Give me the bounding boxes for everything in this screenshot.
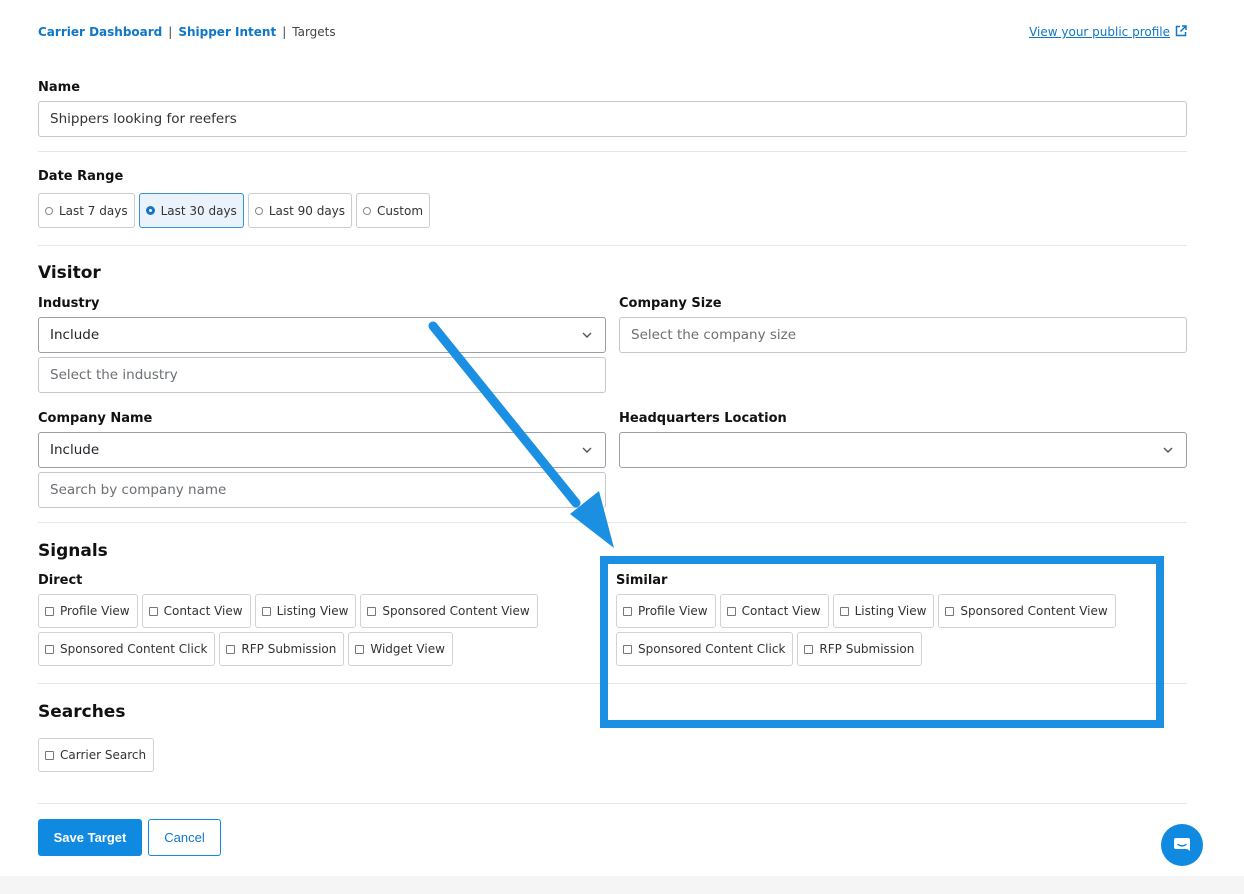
option-label: Custom (377, 203, 424, 218)
checkbox-icon (367, 606, 377, 616)
chip-label: Carrier Search (60, 748, 147, 762)
company-name-label: Company Name (38, 411, 153, 426)
date-range-custom[interactable]: Custom (356, 193, 431, 228)
breadcrumb: Carrier Dashboard | Shipper Intent | Targets (38, 25, 1187, 39)
divider (38, 803, 1187, 804)
breadcrumb-shipper-intent[interactable]: Shipper Intent (178, 25, 276, 39)
industry-placeholder: Select the industry (50, 367, 178, 383)
visitor-section-title: Visitor (38, 263, 101, 283)
chat-launcher-button[interactable] (1161, 824, 1203, 866)
radio-selected-icon (145, 206, 155, 215)
chip-label: Sponsored Content View (382, 604, 530, 618)
divider (38, 245, 1187, 246)
direct-rfp-submission-checkbox[interactable]: RFP Submission (219, 632, 345, 666)
checkbox-icon (45, 750, 54, 760)
chevron-down-icon (1163, 447, 1173, 453)
date-range-options: Last 7 days Last 30 days Last 90 days Cu… (38, 193, 431, 228)
chip-label: Sponsored Content Click (60, 642, 208, 656)
company-size-input[interactable]: Select the company size (619, 317, 1187, 353)
direct-listing-view-checkbox[interactable]: Listing View (254, 594, 357, 628)
top-bar: Carrier Dashboard | Shipper Intent | Targets… (38, 25, 1187, 43)
industry-mode-value: Include (50, 327, 100, 343)
date-range-label: Date Range (38, 169, 124, 184)
chip-label: Listing View (276, 604, 349, 618)
breadcrumb-separator: | (282, 25, 287, 39)
bottom-strip (0, 876, 1244, 894)
chip-label: Profile View (60, 604, 130, 618)
divider (38, 522, 1187, 523)
breadcrumb-separator: | (168, 25, 173, 39)
radio-icon (254, 206, 263, 215)
checkbox-icon (355, 644, 365, 654)
divider (38, 151, 1187, 152)
external-link-icon (1175, 25, 1187, 40)
chip-label: RFP Submission (241, 642, 337, 656)
option-label: Last 90 days (268, 203, 346, 218)
date-range-last-90-days[interactable]: Last 90 days (247, 193, 353, 228)
option-label: Last 7 days (59, 203, 128, 218)
company-size-placeholder: Select the company size (631, 327, 797, 343)
checkbox-icon (261, 606, 271, 616)
date-range-last-7-days[interactable]: Last 7 days (38, 193, 135, 228)
direct-signals-label: Direct (38, 573, 83, 588)
signals-section-title: Signals (38, 541, 108, 561)
searches-options: Carrier Search (38, 738, 155, 772)
company-name-mode-value: Include (50, 442, 100, 458)
chip-label: Contact View (163, 604, 243, 618)
chat-icon (1174, 838, 1190, 851)
chip-label: Widget View (370, 642, 445, 656)
company-name-placeholder: Search by company name (50, 482, 227, 498)
view-public-profile-link[interactable]: View your public profile (1029, 25, 1187, 40)
radio-icon (45, 206, 53, 215)
direct-signals-row-1: Profile View Contact View Listing View S… (38, 594, 538, 628)
public-profile-label: View your public profile (1029, 25, 1170, 39)
hq-location-label: Headquarters Location (619, 411, 787, 426)
industry-mode-select[interactable]: Include (38, 317, 606, 353)
save-target-button[interactable]: Save Target (38, 819, 142, 856)
industry-input[interactable]: Select the industry (38, 357, 606, 393)
carrier-search-checkbox[interactable]: Carrier Search (38, 738, 155, 772)
direct-signals-row-2: Sponsored Content Click RFP Submission W… (38, 632, 453, 666)
name-label: Name (38, 80, 81, 95)
chevron-down-icon (582, 447, 592, 453)
direct-sponsored-content-view-checkbox[interactable]: Sponsored Content View (360, 594, 538, 628)
name-field[interactable]: Shippers looking for reefers (38, 101, 1187, 137)
direct-sponsored-content-click-checkbox[interactable]: Sponsored Content Click (38, 632, 216, 666)
cancel-button[interactable]: Cancel (148, 819, 221, 856)
checkbox-icon (45, 644, 54, 654)
searches-section-title: Searches (38, 702, 126, 722)
checkbox-icon (148, 606, 158, 616)
hq-location-select[interactable] (619, 432, 1187, 468)
breadcrumb-targets: Targets (292, 25, 336, 39)
breadcrumb-carrier-dashboard[interactable]: Carrier Dashboard (38, 25, 162, 39)
similar-signals-highlight-box (600, 556, 1164, 728)
company-name-input[interactable]: Search by company name (38, 472, 606, 508)
name-value: Shippers looking for reefers (50, 111, 237, 127)
checkbox-icon (226, 644, 236, 654)
option-label: Last 30 days (160, 203, 237, 218)
chevron-down-icon (582, 332, 592, 338)
radio-icon (363, 206, 372, 215)
direct-profile-view-checkbox[interactable]: Profile View (38, 594, 138, 628)
checkbox-icon (45, 606, 54, 616)
company-size-label: Company Size (619, 296, 722, 311)
company-name-mode-select[interactable]: Include (38, 432, 606, 468)
direct-widget-view-checkbox[interactable]: Widget View (348, 632, 453, 666)
industry-label: Industry (38, 296, 100, 311)
date-range-last-30-days[interactable]: Last 30 days (138, 193, 244, 228)
direct-contact-view-checkbox[interactable]: Contact View (141, 594, 251, 628)
